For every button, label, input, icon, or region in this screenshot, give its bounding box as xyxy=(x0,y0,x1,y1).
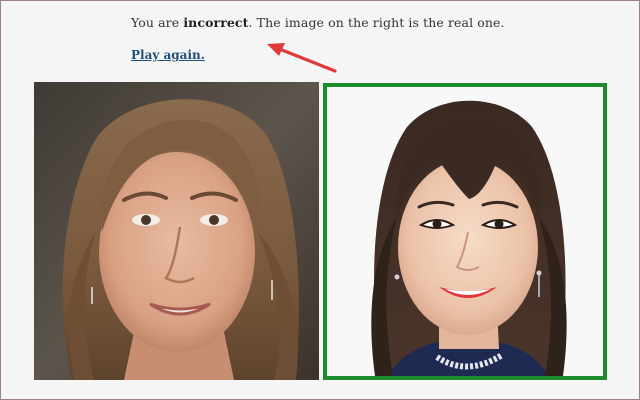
result-verdict: incorrect xyxy=(183,15,249,30)
left-face-image[interactable] xyxy=(34,82,319,380)
result-prefix: You are xyxy=(131,15,184,30)
right-face-portrait xyxy=(327,87,603,376)
result-message: You are incorrect. The image on the righ… xyxy=(131,15,505,30)
play-again-link[interactable]: Play again. xyxy=(131,48,205,62)
red-arrow-icon xyxy=(267,43,337,73)
right-face-image[interactable] xyxy=(323,83,607,380)
left-face-portrait xyxy=(34,82,319,380)
result-suffix: . The image on the right is the real one… xyxy=(248,15,505,30)
game-panel: You are incorrect. The image on the righ… xyxy=(0,0,640,400)
